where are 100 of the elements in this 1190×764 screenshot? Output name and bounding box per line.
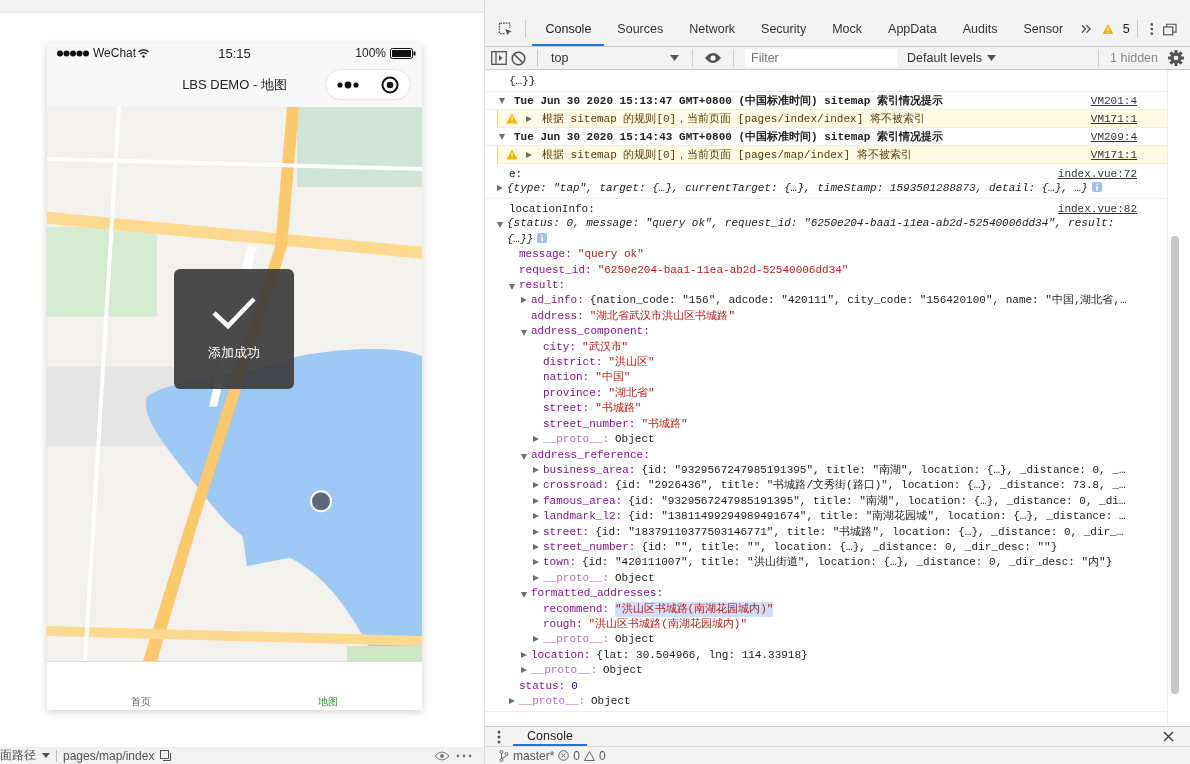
caret-icon[interactable] xyxy=(533,466,539,473)
filter-field[interactable]: Filter xyxy=(745,49,897,67)
property-value: "6250e204-baa1-11ea-ab2d-52540006dd34" xyxy=(597,262,849,278)
caret-icon[interactable] xyxy=(497,185,503,191)
caret-icon xyxy=(670,55,679,61)
source-link[interactable]: VM209:4 xyxy=(1090,130,1137,143)
caret-icon[interactable] xyxy=(533,436,539,443)
property-key: business_area: xyxy=(543,462,636,479)
clear-icon[interactable] xyxy=(511,50,526,66)
caret-icon[interactable] xyxy=(533,543,539,550)
property-key: __proto__: xyxy=(531,663,597,679)
settings-icon[interactable] xyxy=(1168,50,1184,66)
caret-icon[interactable] xyxy=(497,222,503,229)
branch-icon xyxy=(499,749,509,762)
caret-icon[interactable] xyxy=(526,115,532,122)
branch-name[interactable]: master* xyxy=(513,748,555,763)
property-value: "洪山区" xyxy=(608,355,655,371)
caret-icon[interactable] xyxy=(533,497,539,504)
object-preview[interactable]: {status: 0, message: "query ok", request_id: "6250e204-baa1-11ea-ab2d-52540006dd34", result: {…}} xyxy=(507,216,1132,248)
caret-icon[interactable] xyxy=(521,592,527,599)
tab-bar-item[interactable]: 首页 xyxy=(47,695,235,710)
warning-icon xyxy=(584,750,596,761)
caret-icon[interactable] xyxy=(526,151,532,158)
source-link[interactable]: VM171:1 xyxy=(1090,112,1137,125)
caret-icon xyxy=(987,55,997,61)
panel-tab[interactable]: Mock xyxy=(819,12,876,46)
caret-icon[interactable] xyxy=(499,97,505,104)
eye-icon[interactable] xyxy=(704,52,722,64)
group-header[interactable]: Tue Jun 30 2020 15:13:47 GMT+0800 (中国标准时间) sitemap 索引情况提示 xyxy=(514,93,944,108)
copy-icon[interactable] xyxy=(160,750,172,761)
property-key: famous_area: xyxy=(543,493,623,510)
wifi-icon xyxy=(138,48,150,58)
panel-tab[interactable]: Sensor xyxy=(1010,12,1077,46)
property-key: crossroad: xyxy=(543,478,609,494)
levels-dropdown[interactable]: Default levels xyxy=(907,51,997,65)
inspect-icon[interactable] xyxy=(498,21,513,37)
property-value: "query ok" xyxy=(577,247,644,263)
clock-time: 15:15 xyxy=(217,45,252,61)
caret-icon[interactable] xyxy=(533,513,539,520)
property-key: nation: xyxy=(543,370,590,386)
warning-icon xyxy=(506,113,518,124)
caret-icon[interactable] xyxy=(509,698,515,704)
info-icon xyxy=(1091,182,1102,192)
property-key: district: xyxy=(543,355,603,371)
property-key: recommend: xyxy=(543,601,609,617)
caret-icon[interactable] xyxy=(533,528,539,535)
caret-icon[interactable] xyxy=(521,667,527,674)
property-key: province: xyxy=(543,385,603,402)
source-link[interactable]: index.vue:82 xyxy=(1057,202,1137,215)
panel-tab[interactable]: Audits xyxy=(949,12,1011,46)
kebab-menu-icon[interactable] xyxy=(497,729,501,744)
caret-icon[interactable] xyxy=(499,133,505,140)
dock-icon[interactable] xyxy=(1163,22,1177,36)
scrollbar-thumb[interactable] xyxy=(1171,236,1179,694)
property-key: street: xyxy=(543,401,590,417)
source-link[interactable]: index.vue:72 xyxy=(1057,167,1137,180)
property-value: "书城路" xyxy=(641,416,688,432)
panel-tab[interactable]: Network xyxy=(676,12,749,46)
caret-icon[interactable] xyxy=(533,482,539,489)
caret-icon[interactable] xyxy=(521,453,527,460)
capsule-menu[interactable] xyxy=(325,69,411,100)
property-value: Object xyxy=(615,570,655,586)
info-icon xyxy=(537,232,548,243)
property-key: __proto__: xyxy=(519,694,585,710)
property-value: {id: "9329567247985191395", title: "南湖", location: {…}, _distance: 0, _… xyxy=(641,462,1126,478)
property-value: "书城路" xyxy=(595,401,642,417)
caret-icon[interactable] xyxy=(521,330,527,337)
eye-icon[interactable] xyxy=(434,750,450,761)
sidebar-icon[interactable] xyxy=(491,51,507,65)
caret-icon[interactable] xyxy=(42,753,50,758)
caret-icon[interactable] xyxy=(533,574,539,581)
console-text: 根据 sitemap 的规则[0]，当前页面 [pages/index/index] 将不被索引 xyxy=(542,111,925,126)
property-key: __proto__: xyxy=(543,570,609,587)
object-preview[interactable]: {type: "tap", target: {…}, currentTarget: {…}, timeStamp: 1593501288873, detail: {…}, …} xyxy=(507,181,1132,197)
property-key: message: xyxy=(519,247,572,263)
context-select[interactable]: top xyxy=(549,51,681,65)
caret-icon[interactable] xyxy=(533,559,539,566)
property-key: street_number: xyxy=(543,539,636,556)
property-value: 0 xyxy=(571,678,578,694)
property-value: "湖北省武汉市洪山区书城路" xyxy=(589,308,735,324)
source-link[interactable]: VM171:1 xyxy=(1090,148,1137,161)
warning-count: 5 xyxy=(1122,22,1130,36)
more-icon[interactable] xyxy=(337,80,360,89)
group-header[interactable]: Tue Jun 30 2020 15:14:43 GMT+0800 (中国标准时间) sitemap 索引情况提示 xyxy=(514,129,944,144)
property-value: {nation_code: "156", adcode: "420111", city_code: "156420100", name: "中国,湖北省,… xyxy=(589,293,1127,309)
caret-icon[interactable] xyxy=(521,651,527,658)
checkmark-icon xyxy=(211,296,257,330)
property-key: __proto__: xyxy=(543,432,609,448)
panel-tab[interactable]: AppData xyxy=(875,12,950,46)
property-value: {lat: 30.504966, lng: 114.33918} xyxy=(596,647,808,663)
panel-tab[interactable]: Sources xyxy=(604,12,677,46)
caret-icon[interactable] xyxy=(521,297,527,304)
kebab-menu-icon[interactable] xyxy=(1149,22,1154,36)
caret-icon[interactable] xyxy=(533,636,539,643)
source-link[interactable]: VM201:4 xyxy=(1090,94,1137,107)
panel-tab[interactable]: Security xyxy=(748,12,820,46)
battery-percent: 100% xyxy=(355,46,386,60)
page-path-label: 面路径 xyxy=(0,747,36,764)
caret-icon[interactable] xyxy=(509,284,515,291)
chevron-icon[interactable] xyxy=(1081,24,1092,34)
